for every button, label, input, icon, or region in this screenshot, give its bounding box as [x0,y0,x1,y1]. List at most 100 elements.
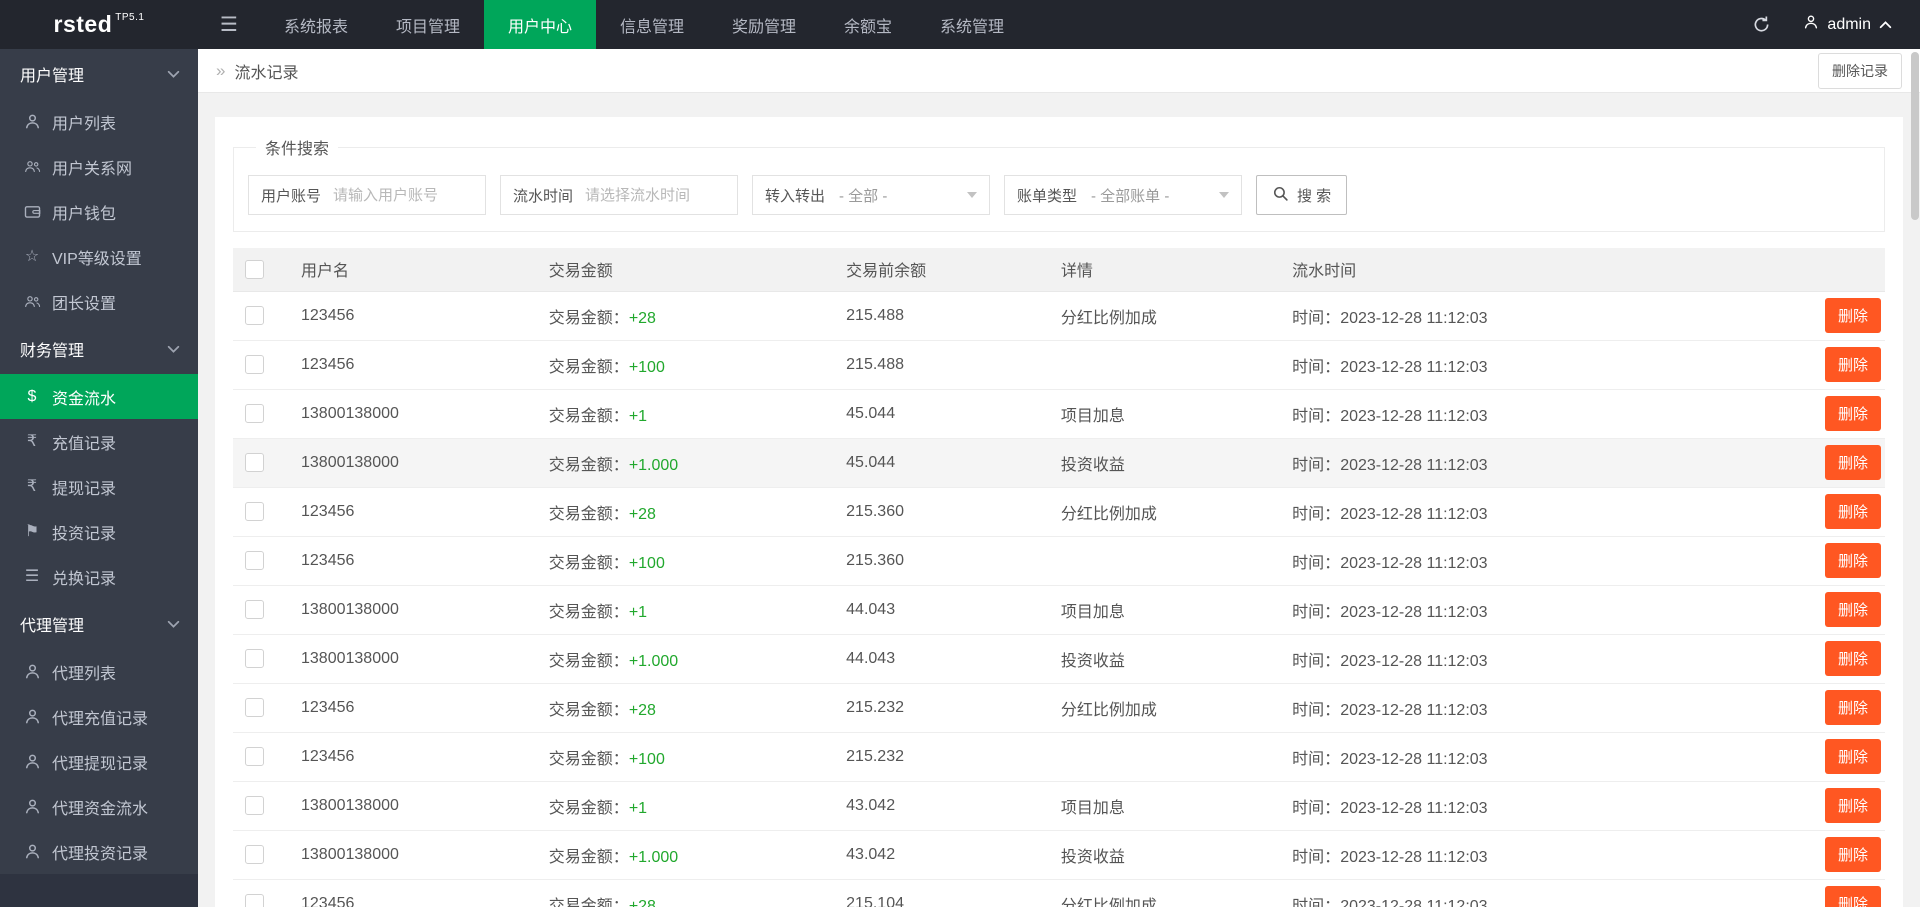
row-checkbox[interactable] [245,306,264,325]
balance-cell: 45.044 [834,438,1049,488]
row-checkbox[interactable] [245,355,264,374]
sidebar-group-label: 用户管理 [20,68,85,85]
sidebar-item[interactable]: ⚑ 投资记录 [0,509,198,554]
checkbox-cell [233,781,289,831]
row-checkbox[interactable] [245,698,264,717]
row-checkbox[interactable] [245,404,264,423]
row-checkbox[interactable] [245,502,264,521]
balance-cell: 215.488 [834,291,1049,341]
delete-button[interactable]: 删除 [1824,543,1881,578]
sidebar-item[interactable]: 代理列表 [0,649,198,694]
sidebar-item[interactable]: 代理提现记录 [0,739,198,784]
user-cell: 13800138000 [289,389,537,439]
search-button[interactable]: 搜 索 [1256,175,1348,215]
delete-button[interactable]: 删除 [1824,347,1881,382]
sidebar-item[interactable]: 用户钱包 [0,189,198,234]
action-cell: 删除 [1755,291,1885,341]
user-cell: 13800138000 [289,830,537,880]
action-cell: 删除 [1755,536,1885,586]
column-header: 交易金额 [536,248,835,292]
sidebar-item[interactable]: ☰ 兑换记录 [0,554,198,599]
sidebar-item[interactable]: 用户列表 [0,99,198,144]
topnav-item[interactable]: 信息管理 [596,0,708,49]
user-menu[interactable]: admin [1795,0,1920,49]
checkbox-cell [233,340,289,390]
delete-records-button[interactable]: 删除记录 [1818,52,1902,89]
sidebar-item-label: 投资记录 [52,525,117,543]
scrollbar-thumb[interactable] [1911,52,1919,220]
checkbox-cell [233,585,289,635]
user-cell: 13800138000 [289,585,537,635]
chevron-up-icon [1879,16,1892,34]
amount-cell: 交易金额：+28 [536,683,835,733]
topnav-item[interactable]: 奖励管理 [708,0,820,49]
time-cell: 时间：2023-12-28 11:12:03 [1280,781,1755,831]
sidebar-item[interactable]: 代理充值记录 [0,694,198,739]
logo-version: TP5.1 [115,12,145,23]
flag-icon: ⚑ [24,522,40,540]
delete-button[interactable]: 删除 [1824,886,1881,907]
time-prefix: 时间： [1292,505,1341,523]
select-dropdown[interactable]: - 全部账单 - [1089,176,1241,214]
sidebar-item[interactable]: ₹ 提现记录 [0,464,198,509]
topnav-item[interactable]: 用户中心 [483,0,596,49]
sidebar-item[interactable]: 用户关系网 [0,144,198,189]
search-input[interactable] [333,176,485,214]
time-prefix: 时间： [1292,799,1341,817]
sidebar-group-header[interactable]: 用户管理 [0,49,198,99]
select-dropdown[interactable]: - 全部 - [837,176,989,214]
user-cell: 123456 [289,879,537,907]
select-all-checkbox[interactable] [245,259,264,279]
delete-button[interactable]: 删除 [1824,494,1881,529]
amount-value: +28 [628,505,656,523]
search-button-label: 搜 索 [1297,187,1332,205]
amount-value: +28 [628,309,656,327]
delete-button[interactable]: 删除 [1824,298,1881,333]
app-logo: rsted TP5.1 [0,0,198,49]
checkbox-cell [233,389,289,439]
time-value: 2023-12-28 11:12:03 [1340,554,1488,572]
row-checkbox[interactable] [245,845,264,864]
rupee-icon: ₹ [26,432,38,450]
topnav-item[interactable]: 系统管理 [916,0,1028,49]
checkbox-cell [233,487,289,537]
sidebar-item[interactable]: 团长设置 [0,279,198,324]
people-icon [22,292,42,312]
delete-button[interactable]: 删除 [1824,739,1881,774]
delete-button[interactable]: 删除 [1824,837,1881,872]
time-value: 2023-12-28 11:12:03 [1340,407,1488,425]
delete-button[interactable]: 删除 [1824,641,1881,676]
row-checkbox[interactable] [245,747,264,766]
row-checkbox[interactable] [245,796,264,815]
action-cell: 删除 [1755,732,1885,782]
logo-text: rsted [53,11,113,37]
topnav-item[interactable]: 系统报表 [260,0,372,49]
amount-prefix: 交易金额： [548,701,629,719]
delete-button[interactable]: 删除 [1824,592,1881,627]
content: 条件搜索 用户账号流水时间转入转出- 全部 -账单类型- 全部账单 - 搜 索 … [198,93,1920,907]
sidebar-item[interactable]: ☆ VIP等级设置 [0,234,198,279]
delete-button[interactable]: 删除 [1824,445,1881,480]
row-checkbox[interactable] [245,894,264,907]
row-checkbox[interactable] [245,453,264,472]
row-checkbox[interactable] [245,600,264,619]
topnav-item[interactable]: 项目管理 [372,0,484,49]
sidebar-item[interactable]: 代理投资记录 [0,829,198,874]
sidebar-group-header[interactable]: 代理管理 [0,599,198,649]
sidebar-group-header[interactable]: 财务管理 [0,324,198,374]
sidebar-item[interactable]: 代理资金流水 [0,784,198,829]
delete-button[interactable]: 删除 [1824,396,1881,431]
amount-prefix: 交易金额： [548,554,629,572]
refresh-icon[interactable] [1728,0,1795,49]
menu-toggle-icon[interactable]: ☰ [198,0,260,49]
sidebar-item[interactable]: $ 资金流水 [0,374,198,419]
time-cell: 时间：2023-12-28 11:12:03 [1280,585,1755,635]
row-checkbox[interactable] [245,551,264,570]
row-checkbox[interactable] [245,649,264,668]
topnav-item[interactable]: 余额宝 [820,0,916,49]
sidebar-item[interactable]: ₹ 充值记录 [0,419,198,464]
search-input[interactable] [585,176,737,214]
delete-button[interactable]: 删除 [1824,690,1881,725]
delete-button[interactable]: 删除 [1824,788,1881,823]
search-legend: 条件搜索 [265,141,330,158]
